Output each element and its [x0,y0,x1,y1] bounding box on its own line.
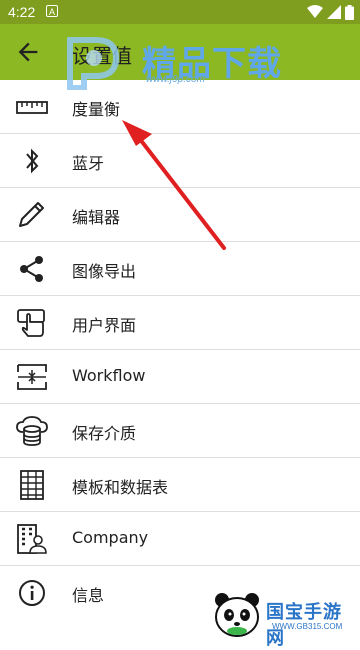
wifi-icon [307,5,323,18]
ruler-icon [16,101,48,114]
cloud-database-icon [16,416,48,446]
status-time: 4:22 [8,4,36,20]
panda-icon [215,593,259,637]
arrow-left-icon[interactable] [14,38,42,66]
settings-item-label: 蓝牙 [72,154,105,173]
watermark-bottom: 国宝手游网 WWW.GB315.COM [210,586,360,649]
bluetooth-icon [26,148,39,174]
grid-table-icon [20,470,44,500]
touch-screen-icon [17,309,45,337]
settings-item-label: 用户界面 [72,316,137,335]
settings-item-label: 保存介质 [72,424,137,443]
settings-item-bluetooth[interactable]: 蓝牙 [0,134,360,188]
settings-item-label: 模板和数据表 [72,478,169,497]
watermark-bottom-url: WWW.GB315.COM [272,622,343,631]
status-bar: 4:22 A [0,0,360,24]
app-bar: 设置值 [0,24,360,80]
settings-item-label: 图像导出 [72,262,137,281]
settings-item-label: 编辑器 [72,208,121,227]
company-icon [17,524,47,554]
settings-item-editor[interactable]: 编辑器 [0,188,360,242]
status-icons [307,4,354,20]
settings-item-storage[interactable]: 保存介质 [0,404,360,458]
info-icon [19,580,45,606]
settings-item-label: 度量衡 [72,100,121,119]
page-title: 设置值 [72,44,132,68]
settings-item-user-interface[interactable]: 用户界面 [0,296,360,350]
settings-item-label: Company [72,528,149,547]
battery-icon [345,4,354,20]
settings-item-templates[interactable]: 模板和数据表 [0,458,360,512]
workflow-icon [17,364,47,390]
settings-item-label: 信息 [72,586,105,605]
settings-list: 度量衡 蓝牙 编辑器 图像导出 用户界面 Workflow 保存介质 模板和数据… [0,80,360,619]
signal-icon [327,5,341,19]
notification-icon: A [46,5,58,17]
pencil-icon [19,202,44,227]
settings-item-image-export[interactable]: 图像导出 [0,242,360,296]
settings-item-workflow[interactable]: Workflow [0,350,360,404]
settings-item-company[interactable]: Company [0,512,360,566]
settings-item-measurement[interactable]: 度量衡 [0,80,360,134]
share-icon [20,256,43,282]
settings-item-label: Workflow [72,366,146,385]
